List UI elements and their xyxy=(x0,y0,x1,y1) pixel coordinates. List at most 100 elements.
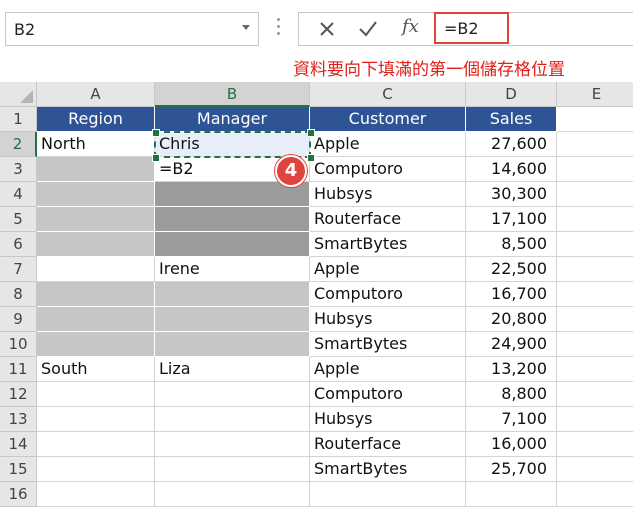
cell-e10[interactable] xyxy=(557,332,633,357)
cell-e14[interactable] xyxy=(557,432,633,457)
cell-c7[interactable]: Apple xyxy=(310,257,466,282)
row-header-7[interactable]: 7 xyxy=(0,257,37,282)
row-header-3[interactable]: 3 xyxy=(0,157,37,182)
cell-c11[interactable]: Apple xyxy=(310,357,466,382)
cell-c2[interactable]: Apple xyxy=(310,132,466,157)
resize-grip-icon[interactable] xyxy=(277,18,280,40)
cell-d9[interactable]: 20,800 xyxy=(466,307,557,332)
cell-b8[interactable] xyxy=(155,282,310,307)
row-header-6[interactable]: 6 xyxy=(0,232,37,257)
cell-e11[interactable] xyxy=(557,357,633,382)
cell-e2[interactable] xyxy=(557,132,633,157)
cell-e7[interactable] xyxy=(557,257,633,282)
cell-c9[interactable]: Hubsys xyxy=(310,307,466,332)
row-header-8[interactable]: 8 xyxy=(0,282,37,307)
cell-c6[interactable]: SmartBytes xyxy=(310,232,466,257)
cell-d16[interactable] xyxy=(466,482,557,507)
cell-c13[interactable]: Hubsys xyxy=(310,407,466,432)
cell-b11[interactable]: Liza xyxy=(155,357,310,382)
selection-handle[interactable] xyxy=(152,129,160,137)
cell-d11[interactable]: 13,200 xyxy=(466,357,557,382)
cell-d8[interactable]: 16,700 xyxy=(466,282,557,307)
row-header-10[interactable]: 10 xyxy=(0,332,37,357)
formula-input[interactable]: =B2 xyxy=(434,12,509,44)
row-header-15[interactable]: 15 xyxy=(0,457,37,482)
cell-d10[interactable]: 24,900 xyxy=(466,332,557,357)
selection-handle[interactable] xyxy=(152,154,160,162)
row-header-5[interactable]: 5 xyxy=(0,207,37,232)
cell-a11[interactable]: South xyxy=(37,357,155,382)
selection-handle[interactable] xyxy=(307,154,315,162)
cell-a4[interactable] xyxy=(37,182,155,207)
cell-b6[interactable] xyxy=(155,232,310,257)
cell-a10[interactable] xyxy=(37,332,155,357)
select-all-button[interactable] xyxy=(0,82,37,107)
cell-a2[interactable]: North xyxy=(37,132,155,157)
cell-b2[interactable]: Chris xyxy=(155,132,310,157)
cell-e3[interactable] xyxy=(557,157,633,182)
cell-c4[interactable]: Hubsys xyxy=(310,182,466,207)
cell-d14[interactable]: 16,000 xyxy=(466,432,557,457)
cell-a9[interactable] xyxy=(37,307,155,332)
cell-e5[interactable] xyxy=(557,207,633,232)
header-cell-customer[interactable]: Customer xyxy=(310,107,466,132)
cell-e8[interactable] xyxy=(557,282,633,307)
cell-d15[interactable]: 25,700 xyxy=(466,457,557,482)
row-header-1[interactable]: 1 xyxy=(0,107,37,132)
cell-d4[interactable]: 30,300 xyxy=(466,182,557,207)
cell-e9[interactable] xyxy=(557,307,633,332)
column-header-b[interactable]: B xyxy=(155,82,310,107)
cell-e6[interactable] xyxy=(557,232,633,257)
cell-d7[interactable]: 22,500 xyxy=(466,257,557,282)
cell-e13[interactable] xyxy=(557,407,633,432)
cell-b15[interactable] xyxy=(155,457,310,482)
cell-c12[interactable]: Computoro xyxy=(310,382,466,407)
cell-b14[interactable] xyxy=(155,432,310,457)
cell-b10[interactable] xyxy=(155,332,310,357)
column-header-e[interactable]: E xyxy=(557,82,633,107)
row-header-12[interactable]: 12 xyxy=(0,382,37,407)
column-header-c[interactable]: C xyxy=(310,82,466,107)
cell-a5[interactable] xyxy=(37,207,155,232)
cell-c8[interactable]: Computoro xyxy=(310,282,466,307)
cell-c15[interactable]: SmartBytes xyxy=(310,457,466,482)
cell-e15[interactable] xyxy=(557,457,633,482)
cell-d3[interactable]: 14,600 xyxy=(466,157,557,182)
cell-a15[interactable] xyxy=(37,457,155,482)
row-header-11[interactable]: 11 xyxy=(0,357,37,382)
chevron-down-icon[interactable] xyxy=(242,25,250,30)
column-header-a[interactable]: A xyxy=(37,82,155,107)
cell-b5[interactable] xyxy=(155,207,310,232)
cell-a3[interactable] xyxy=(37,157,155,182)
cell-c5[interactable]: Routerface xyxy=(310,207,466,232)
cell-d13[interactable]: 7,100 xyxy=(466,407,557,432)
cell-c16[interactable] xyxy=(310,482,466,507)
header-cell-region[interactable]: Region xyxy=(37,107,155,132)
row-header-16[interactable]: 16 xyxy=(0,482,37,507)
cell-a16[interactable] xyxy=(37,482,155,507)
row-header-2[interactable]: 2 xyxy=(0,132,37,157)
cell-d2[interactable]: 27,600 xyxy=(466,132,557,157)
cell-c10[interactable]: SmartBytes xyxy=(310,332,466,357)
cell-c14[interactable]: Routerface xyxy=(310,432,466,457)
cell-e12[interactable] xyxy=(557,382,633,407)
cell-b7[interactable]: Irene xyxy=(155,257,310,282)
cell-b13[interactable] xyxy=(155,407,310,432)
cell-a7[interactable] xyxy=(37,257,155,282)
cell-e16[interactable] xyxy=(557,482,633,507)
insert-function-button[interactable]: fx xyxy=(402,16,419,37)
row-header-4[interactable]: 4 xyxy=(0,182,37,207)
cell-c3[interactable]: Computoro xyxy=(310,157,466,182)
check-icon[interactable] xyxy=(357,19,379,39)
cell-b12[interactable] xyxy=(155,382,310,407)
header-cell-sales[interactable]: Sales xyxy=(466,107,557,132)
selection-handle[interactable] xyxy=(307,129,315,137)
cell-d5[interactable]: 17,100 xyxy=(466,207,557,232)
cell-b9[interactable] xyxy=(155,307,310,332)
cell-a6[interactable] xyxy=(37,232,155,257)
cell-e1[interactable] xyxy=(557,107,633,132)
column-header-d[interactable]: D xyxy=(466,82,557,107)
cell-a12[interactable] xyxy=(37,382,155,407)
close-icon[interactable] xyxy=(317,19,337,39)
row-header-14[interactable]: 14 xyxy=(0,432,37,457)
